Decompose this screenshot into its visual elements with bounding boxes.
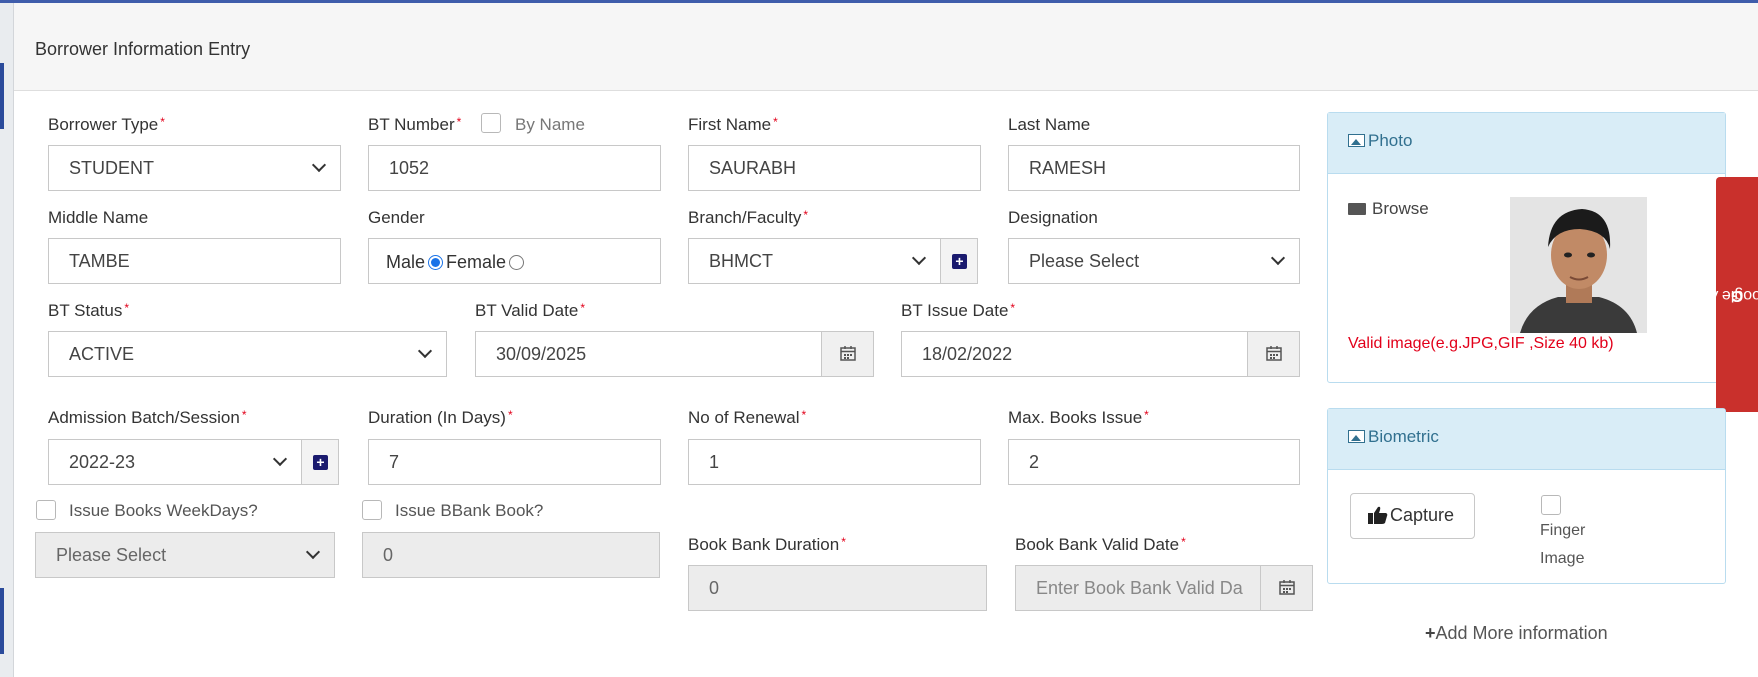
- book-bank-valid-date-input[interactable]: Enter Book Bank Valid Da: [1015, 565, 1313, 611]
- branch-faculty-label: Branch/Faculty *: [688, 208, 809, 227]
- issue-bbank-label: Issue BBank Book?: [395, 501, 544, 520]
- designation-select[interactable]: Please Select: [1008, 238, 1300, 284]
- capture-button[interactable]: Capture: [1350, 493, 1475, 539]
- calendar-button[interactable]: [1247, 332, 1299, 376]
- sidebar-active-marker: [0, 588, 4, 654]
- chevron-down-icon: [911, 250, 927, 266]
- chevron-down-icon: [305, 544, 321, 560]
- finger-image-checkbox[interactable]: [1541, 495, 1561, 515]
- first-name-input[interactable]: SAURABH: [688, 145, 981, 191]
- no-of-renewal-input[interactable]: 1: [688, 439, 981, 485]
- duration-days-input[interactable]: 7: [368, 439, 661, 485]
- plus-icon: +: [313, 455, 328, 470]
- image-icon: [1348, 134, 1365, 147]
- issue-bbank-checkbox[interactable]: [362, 500, 382, 520]
- bt-number-label: BT Number *: [368, 115, 462, 134]
- first-name-label: First Name *: [688, 115, 778, 134]
- last-name-label: Last Name: [1008, 115, 1091, 134]
- plus-icon: +: [952, 254, 967, 269]
- chevron-down-icon: [272, 451, 288, 467]
- issue-weekdays-label: Issue Books WeekDays?: [69, 501, 258, 520]
- gender-group: Male Female: [368, 238, 661, 284]
- photo-card: Photo Browse Valid image(e.g.JPG,GIF ,Si…: [1327, 112, 1726, 383]
- gender-female-label: Female: [446, 252, 507, 272]
- book-bank-valid-date-label: Book Bank Valid Date *: [1015, 535, 1186, 554]
- branch-faculty-select[interactable]: BHMCT: [688, 238, 941, 284]
- by-name-checkbox[interactable]: [481, 113, 501, 133]
- issue-weekdays-checkbox[interactable]: [36, 500, 56, 520]
- photo-card-title: Photo: [1348, 131, 1412, 151]
- calendar-icon: [840, 346, 856, 361]
- thumbs-up-icon: [1368, 506, 1388, 524]
- panel-title: Borrower Information Entry: [35, 39, 251, 59]
- biometric-card: Biometric Capture Finger Image: [1327, 408, 1726, 584]
- image-icon: [1348, 430, 1365, 443]
- student-photo: [1510, 197, 1647, 333]
- left-sidebar-strip: [0, 3, 14, 677]
- panel-header: Borrower Information Entry: [14, 3, 1758, 91]
- calendar-icon: [1266, 346, 1282, 361]
- chevron-down-icon: [1270, 250, 1286, 266]
- bt-valid-date-input[interactable]: 30/09/2025: [475, 331, 874, 377]
- calendar-icon: [1279, 580, 1295, 595]
- issue-bbank-input[interactable]: 0: [362, 532, 660, 578]
- gender-label: Gender: [368, 208, 425, 227]
- bt-issue-date-input[interactable]: 18/02/2022: [901, 331, 1300, 377]
- admission-batch-select[interactable]: 2022-23: [48, 439, 302, 485]
- browse-button[interactable]: Browse: [1348, 199, 1429, 219]
- photo-hint: Valid image(e.g.JPG,GIF ,Size 40 kb): [1348, 335, 1614, 352]
- sync-google-account-button[interactable]: GSync Google Account: [1661, 177, 1758, 412]
- folder-open-icon: [1348, 203, 1366, 215]
- photo-card-header: Photo: [1328, 113, 1725, 174]
- middle-name-label: Middle Name: [48, 208, 149, 227]
- duration-days-label: Duration (In Days) *: [368, 408, 513, 427]
- admission-batch-label: Admission Batch/Session *: [48, 408, 247, 427]
- bt-valid-date-label: BT Valid Date *: [475, 301, 585, 320]
- bt-issue-date-label: BT Issue Date *: [901, 301, 1016, 320]
- chevron-down-icon: [311, 157, 327, 173]
- calendar-button[interactable]: [821, 332, 873, 376]
- no-of-renewal-label: No of Renewal *: [688, 408, 807, 427]
- chevron-down-icon: [417, 343, 433, 359]
- by-name-label: By Name: [515, 115, 585, 134]
- gender-male-radio[interactable]: [428, 255, 444, 270]
- plus-icon: +: [1425, 623, 1436, 643]
- bt-status-label: BT Status *: [48, 301, 130, 320]
- book-bank-duration-input[interactable]: 0: [688, 565, 987, 611]
- max-books-issue-label: Max. Books Issue *: [1008, 408, 1149, 427]
- middle-name-input[interactable]: TAMBE: [48, 238, 341, 284]
- book-bank-duration-label: Book Bank Duration *: [688, 535, 846, 554]
- biometric-card-header: Biometric: [1328, 409, 1725, 470]
- borrower-type-label: Borrower Type *: [48, 115, 165, 134]
- calendar-button[interactable]: [1260, 566, 1312, 610]
- biometric-card-title: Biometric: [1348, 427, 1439, 447]
- add-batch-button[interactable]: +: [301, 439, 339, 485]
- gender-female-radio[interactable]: [509, 255, 525, 270]
- max-books-issue-input[interactable]: 2: [1008, 439, 1300, 485]
- sidebar-active-marker: [0, 63, 4, 129]
- last-name-input[interactable]: RAMESH: [1008, 145, 1300, 191]
- bt-status-select[interactable]: ACTIVE: [48, 331, 447, 377]
- add-branch-button[interactable]: +: [940, 238, 978, 284]
- bt-number-input[interactable]: 1052: [368, 145, 661, 191]
- designation-label: Designation: [1008, 208, 1098, 227]
- finger-image-label: Finger Image: [1540, 522, 1586, 567]
- add-more-information-link[interactable]: +Add More information: [1425, 623, 1608, 644]
- issue-weekdays-select[interactable]: Please Select: [35, 532, 335, 578]
- gender-male-label: Male: [386, 252, 426, 272]
- borrower-type-select[interactable]: STUDENT: [48, 145, 341, 191]
